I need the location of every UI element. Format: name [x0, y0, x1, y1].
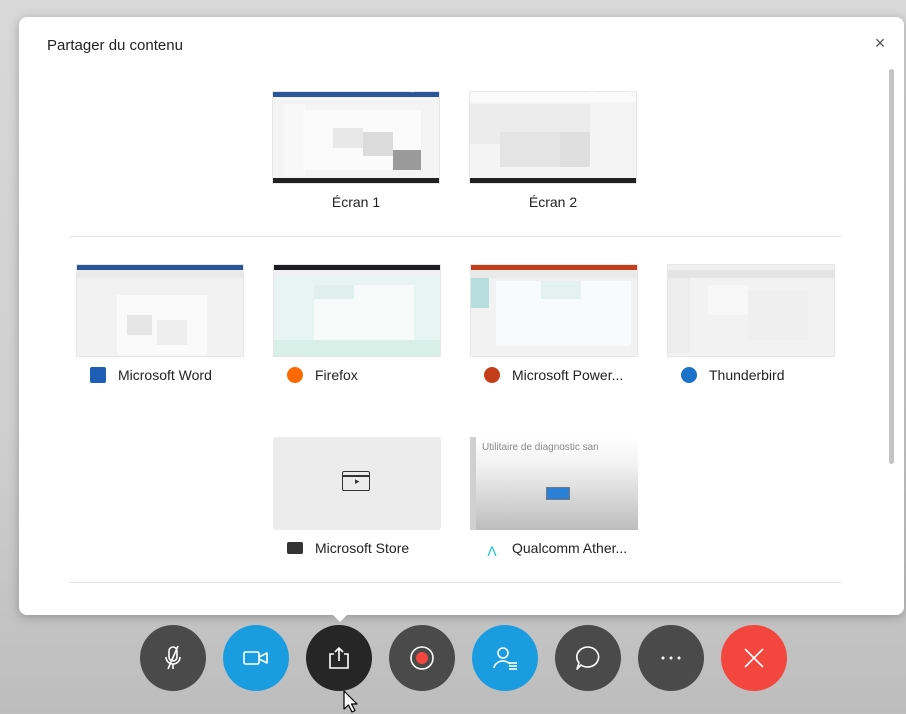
divider-bottom [69, 582, 841, 583]
firefox-label: Firefox [273, 367, 441, 383]
mute-button[interactable] [140, 625, 206, 691]
store-thumbnail [273, 437, 441, 530]
qualcomm-label: Λ Qualcomm Ather... [470, 540, 638, 559]
chat-button[interactable] [555, 625, 621, 691]
thunderbird-label: Thunderbird [667, 367, 835, 383]
powerpoint-label: Microsoft Power... [470, 367, 638, 383]
more-icon [661, 656, 681, 660]
leave-button[interactable] [721, 625, 787, 691]
thunderbird-icon [681, 367, 697, 383]
close-icon [744, 648, 764, 668]
record-button[interactable] [389, 625, 455, 691]
powerpoint-icon [484, 367, 500, 383]
participants-icon [493, 647, 517, 670]
store-label: Microsoft Store [273, 540, 441, 556]
qualcomm-icon: Λ [487, 543, 497, 559]
close-button[interactable]: × [870, 33, 890, 53]
scrollbar[interactable] [889, 69, 894, 464]
screen-1-label: Écran 1 [331, 194, 381, 210]
firefox-thumbnail [273, 264, 441, 357]
powerpoint-thumbnail [470, 264, 638, 357]
qualcomm-thumb-title: Utilitaire de diagnostic san [482, 442, 599, 453]
dialog-title: Partager du contenu [47, 37, 183, 54]
dialog-pointer [327, 609, 353, 622]
meeting-toolbar [140, 625, 787, 691]
word-label: Microsoft Word [76, 367, 244, 383]
mouse-cursor-icon [343, 690, 358, 713]
chat-icon [576, 646, 600, 670]
share-icon [329, 646, 349, 669]
qualcomm-thumbnail: Utilitaire de diagnostic san [470, 437, 638, 530]
video-camera-icon [243, 651, 268, 665]
store-glyph-icon [342, 471, 370, 491]
word-thumbnail [76, 264, 244, 357]
video-button[interactable] [223, 625, 289, 691]
participants-button[interactable] [472, 625, 538, 691]
screen-2-label: Écran 2 [528, 194, 578, 210]
microphone-off-icon [165, 645, 181, 670]
share-content-dialog: Partager du contenu × Écran 1 Écran 2 Mi… [19, 17, 904, 615]
record-icon [410, 646, 434, 670]
screen-2-thumbnail [469, 91, 637, 184]
screen-1-thumbnail [272, 91, 440, 184]
divider [69, 236, 841, 237]
share-button[interactable] [306, 625, 372, 691]
more-button[interactable] [638, 625, 704, 691]
word-icon [90, 367, 106, 383]
firefox-icon [287, 367, 303, 383]
thunderbird-thumbnail [667, 264, 835, 357]
store-icon [287, 542, 303, 554]
